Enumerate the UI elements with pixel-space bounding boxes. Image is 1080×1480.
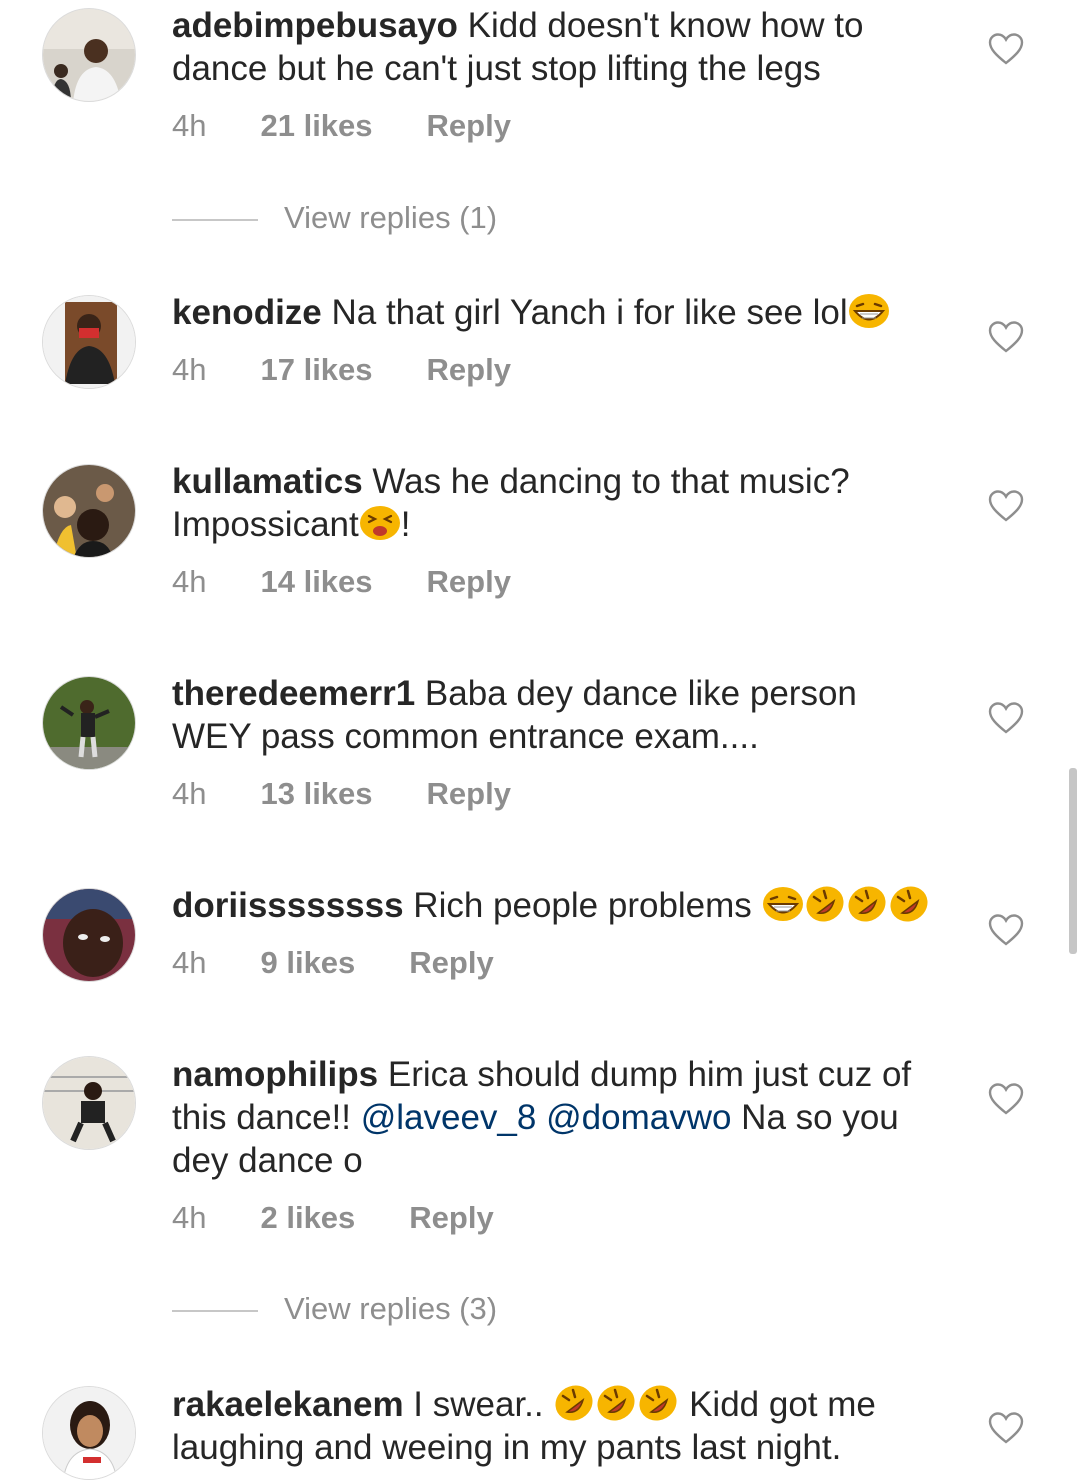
reply-button[interactable]: Reply xyxy=(427,350,511,390)
comment-body: Na that girl Yanch i for like see lol xyxy=(321,293,848,332)
comment-likes[interactable]: 14 likes xyxy=(260,562,372,602)
reply-button[interactable]: Reply xyxy=(409,1198,493,1238)
avatar[interactable] xyxy=(42,888,136,982)
reply-button[interactable]: Reply xyxy=(427,106,511,146)
comment-text: kenodize Na that girl Yanch i for like s… xyxy=(172,291,942,334)
comment-username[interactable]: kenodize xyxy=(172,293,322,332)
scrollbar[interactable] xyxy=(1069,768,1077,954)
comment-meta: 4h 9 likes Reply xyxy=(172,943,494,983)
comment-likes[interactable]: 2 likes xyxy=(260,1198,355,1238)
comment-username[interactable]: adebimpebusayo xyxy=(172,6,458,45)
comment-meta: 4h 14 likes Reply xyxy=(172,562,511,602)
comment-time: 4h xyxy=(172,776,207,811)
comment-time: 4h xyxy=(172,564,207,599)
comment-username[interactable]: theredeemerr1 xyxy=(172,674,415,713)
heart-icon[interactable] xyxy=(988,1082,1024,1116)
view-replies-label: View replies (1) xyxy=(284,200,498,235)
avatar[interactable] xyxy=(42,295,136,389)
comment-username[interactable]: kullamatics xyxy=(172,462,363,501)
heart-icon[interactable] xyxy=(988,320,1024,354)
comment-likes[interactable]: 13 likes xyxy=(260,774,372,814)
replies-divider xyxy=(172,218,258,221)
comment-time: 4h xyxy=(172,1200,207,1235)
heart-icon[interactable] xyxy=(988,913,1024,947)
view-replies-button[interactable]: View replies (3) xyxy=(172,1289,497,1329)
heart-icon[interactable] xyxy=(988,489,1024,523)
grinning-face-emoji-icon xyxy=(762,885,804,923)
avatar[interactable] xyxy=(42,1056,136,1150)
reply-button[interactable]: Reply xyxy=(427,562,511,602)
rofl-emoji-icon xyxy=(804,885,846,923)
comment-body: Rich people problems xyxy=(403,886,762,925)
comment-time: 4h xyxy=(172,108,207,143)
comment-username[interactable]: namophilips xyxy=(172,1055,378,1094)
comment-likes[interactable]: 9 likes xyxy=(260,943,355,983)
comment-text: namophilips Erica should dump him just c… xyxy=(172,1053,942,1182)
replies-divider xyxy=(172,1309,258,1312)
reply-button[interactable]: Reply xyxy=(409,943,493,983)
comment-text: kullamatics Was he dancing to that music… xyxy=(172,460,942,546)
comment-likes[interactable]: 17 likes xyxy=(260,350,372,390)
rofl-emoji-icon xyxy=(846,885,888,923)
rofl-emoji-icon xyxy=(553,1384,595,1422)
avatar[interactable] xyxy=(42,464,136,558)
comment-username[interactable]: rakaelekanem xyxy=(172,1385,404,1424)
mention-link[interactable]: @domavwo xyxy=(546,1098,731,1137)
comment-meta: 4h 21 likes Reply xyxy=(172,106,511,146)
comment-text: doriissssssss Rich people problems xyxy=(172,884,942,927)
comment-likes[interactable]: 21 likes xyxy=(260,106,372,146)
comment-text: adebimpebusayo Kidd doesn't know how to … xyxy=(172,4,942,90)
comment-time: 4h xyxy=(172,945,207,980)
view-replies-label: View replies (3) xyxy=(284,1291,498,1326)
rofl-emoji-icon xyxy=(888,885,930,923)
comment-text: rakaelekanem I swear.. Kidd got me laugh… xyxy=(172,1383,942,1469)
heart-icon[interactable] xyxy=(988,32,1024,66)
comment-meta: 4h 2 likes Reply xyxy=(172,1198,494,1238)
avatar[interactable] xyxy=(42,676,136,770)
reply-button[interactable]: Reply xyxy=(427,774,511,814)
comment-body: I swear.. xyxy=(403,1385,554,1424)
rofl-emoji-icon xyxy=(595,1384,637,1422)
grinning-face-emoji-icon xyxy=(848,292,890,330)
view-replies-button[interactable]: View replies (1) xyxy=(172,198,497,238)
comment-username[interactable]: doriissssssss xyxy=(172,886,404,925)
avatar[interactable] xyxy=(42,8,136,102)
rofl-emoji-icon xyxy=(637,1384,679,1422)
comment-body-end: ! xyxy=(400,505,411,544)
mention-link[interactable]: @laveev_8 xyxy=(361,1098,537,1137)
tired-face-emoji-icon xyxy=(359,504,401,542)
comment-meta: 4h 17 likes Reply xyxy=(172,350,511,390)
avatar[interactable] xyxy=(42,1386,136,1480)
heart-icon[interactable] xyxy=(988,1411,1024,1445)
comment-meta: 4h 13 likes Reply xyxy=(172,774,511,814)
comment-time: 4h xyxy=(172,352,207,387)
comment-text: theredeemerr1 Baba dey dance like person… xyxy=(172,672,942,758)
heart-icon[interactable] xyxy=(988,701,1024,735)
